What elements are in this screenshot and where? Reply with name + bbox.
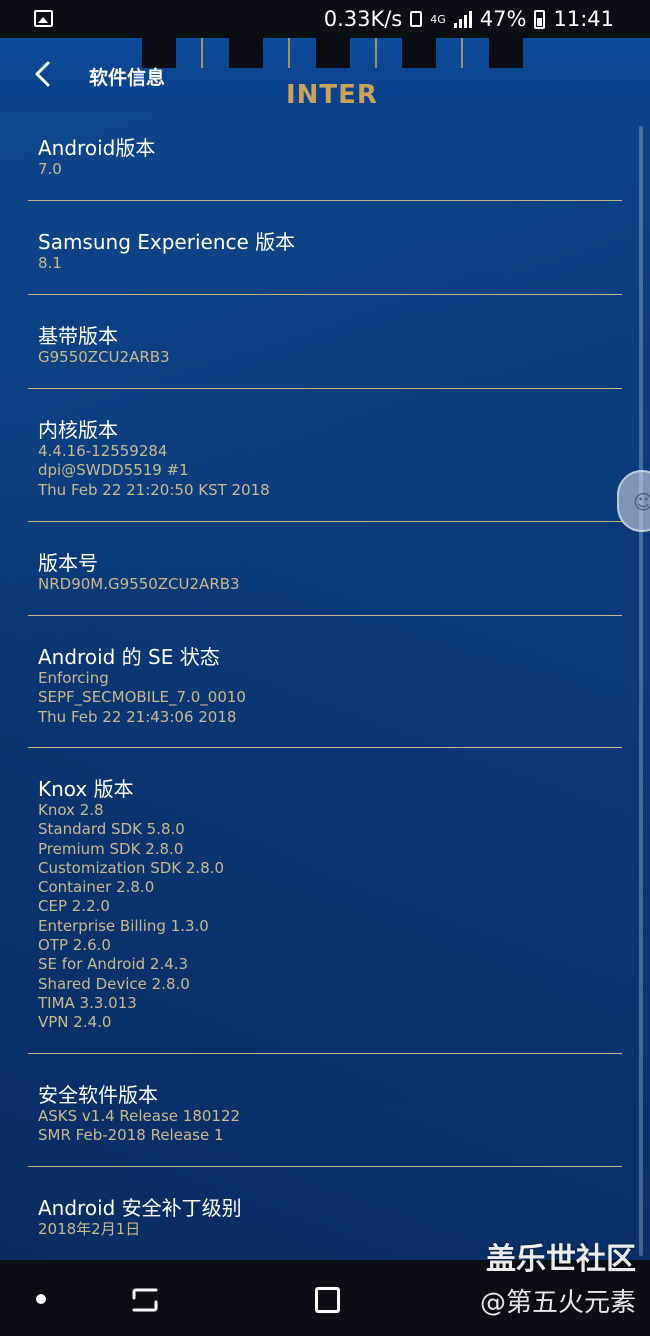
item-value: G9550ZCU2ARB3 — [38, 348, 170, 366]
item-heading: 版本号 — [38, 551, 98, 575]
scrollbar[interactable] — [639, 126, 643, 1256]
home-button-icon[interactable] — [315, 1287, 340, 1313]
banner-text: INTER — [286, 80, 378, 110]
list-item-samsung-experience-version[interactable]: Samsung Experience 版本 8.1 — [28, 201, 622, 295]
item-heading: Android 的 SE 状态 — [38, 645, 220, 669]
list-item-knox-version[interactable]: Knox 版本 Knox 2.8 Standard SDK 5.8.0 Prem… — [28, 748, 622, 1054]
battery-percent: 47% — [479, 7, 527, 31]
list-item-kernel-version[interactable]: 内核版本 4.4.16-12559284 dpi@SWDD5519 #1 Thu… — [28, 389, 622, 522]
nav-dot-icon[interactable] — [36, 1294, 46, 1304]
software-info-list[interactable]: Android版本 7.0 Samsung Experience 版本 8.1 … — [0, 112, 650, 1260]
edge-panel-handle[interactable]: ☺ — [617, 470, 650, 532]
status-bar: 0.33K/s 4G 47% 11:41 — [0, 0, 650, 38]
page-title: 软件信息 — [89, 67, 166, 89]
signal-icon — [453, 10, 472, 28]
item-heading: Android 安全补丁级别 — [38, 1196, 242, 1220]
item-heading: 内核版本 — [38, 418, 118, 442]
item-value: 2018年2月1日 — [38, 1220, 141, 1238]
item-value: 8.1 — [38, 254, 62, 272]
watermark-community: 盖乐世社区 — [486, 1242, 636, 1277]
list-item-security-software-version[interactable]: 安全软件版本 ASKS v1.4 Release 180122 SMR Feb-… — [28, 1054, 622, 1167]
battery-icon — [534, 9, 546, 29]
item-value: Enforcing SEPF_SECMOBILE_7.0_0010 Thu Fe… — [38, 669, 246, 726]
item-heading: Knox 版本 — [38, 777, 134, 801]
list-item-baseband-version[interactable]: 基带版本 G9550ZCU2ARB3 — [28, 295, 622, 389]
list-item-build-number[interactable]: 版本号 NRD90M.G9550ZCU2ARB3 — [28, 522, 622, 616]
item-heading: 基带版本 — [38, 324, 118, 348]
image-notification-icon — [34, 10, 53, 27]
item-value: 7.0 — [38, 160, 62, 178]
item-value: NRD90M.G9550ZCU2ARB3 — [38, 575, 240, 593]
clock: 11:41 — [553, 7, 614, 31]
recent-apps-icon[interactable] — [130, 1286, 160, 1314]
item-value: Knox 2.8 Standard SDK 5.8.0 Premium SDK … — [38, 801, 225, 1032]
item-value: ASKS v1.4 Release 180122 SMR Feb-2018 Re… — [38, 1107, 241, 1145]
network-type: 4G — [430, 12, 446, 26]
status-indicators: 0.33K/s 4G 47% 11:41 — [324, 0, 614, 38]
watermark-author: @第五火元素 — [479, 1288, 636, 1318]
app-bar: INTER 软件信息 — [0, 38, 650, 112]
edge-panel-icon: ☺ — [633, 490, 650, 514]
item-heading: 安全软件版本 — [38, 1083, 158, 1107]
item-value: 4.4.16-12559284 dpi@SWDD5519 #1 Thu Feb … — [38, 442, 270, 499]
network-speed: 0.33K/s — [323, 7, 403, 31]
list-item-se-status[interactable]: Android 的 SE 状态 Enforcing SEPF_SECMOBILE… — [28, 616, 622, 748]
item-heading: Samsung Experience 版本 — [38, 230, 296, 254]
back-arrow-icon[interactable] — [28, 58, 60, 90]
item-heading: Android版本 — [38, 136, 156, 160]
battery-saver-icon — [410, 11, 423, 27]
list-item-android-version[interactable]: Android版本 7.0 — [28, 112, 622, 201]
